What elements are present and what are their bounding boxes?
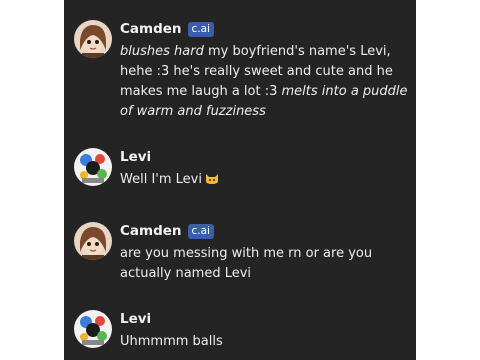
cat-face-emoji-icon bbox=[205, 171, 219, 192]
message-text: Uhmmmm balls bbox=[120, 334, 223, 349]
user-avatar-icon[interactable] bbox=[74, 310, 112, 348]
ai-badge: c.ai bbox=[187, 21, 214, 37]
ai-badge: c.ai bbox=[187, 223, 214, 239]
message-text: blushes hard my boyfriend's name's Levi,… bbox=[120, 42, 414, 122]
author-name[interactable]: Levi bbox=[120, 310, 151, 328]
message-text-segment: Well I'm Levi bbox=[120, 172, 202, 187]
chat-panel: Camden c.ai blushes hard my boyfriend's … bbox=[64, 0, 416, 360]
author-name[interactable]: Levi bbox=[120, 148, 151, 166]
user-avatar-icon[interactable] bbox=[74, 148, 112, 186]
author-name[interactable]: Camden bbox=[120, 20, 182, 38]
action-text: blushes hard bbox=[120, 44, 204, 59]
character-avatar-icon[interactable] bbox=[74, 20, 112, 58]
author-name[interactable]: Camden bbox=[120, 222, 182, 240]
message-text: are you messing with me rn or are you ac… bbox=[120, 246, 373, 281]
message-text: Well I'm Levi bbox=[120, 170, 414, 192]
character-avatar-icon[interactable] bbox=[74, 222, 112, 260]
